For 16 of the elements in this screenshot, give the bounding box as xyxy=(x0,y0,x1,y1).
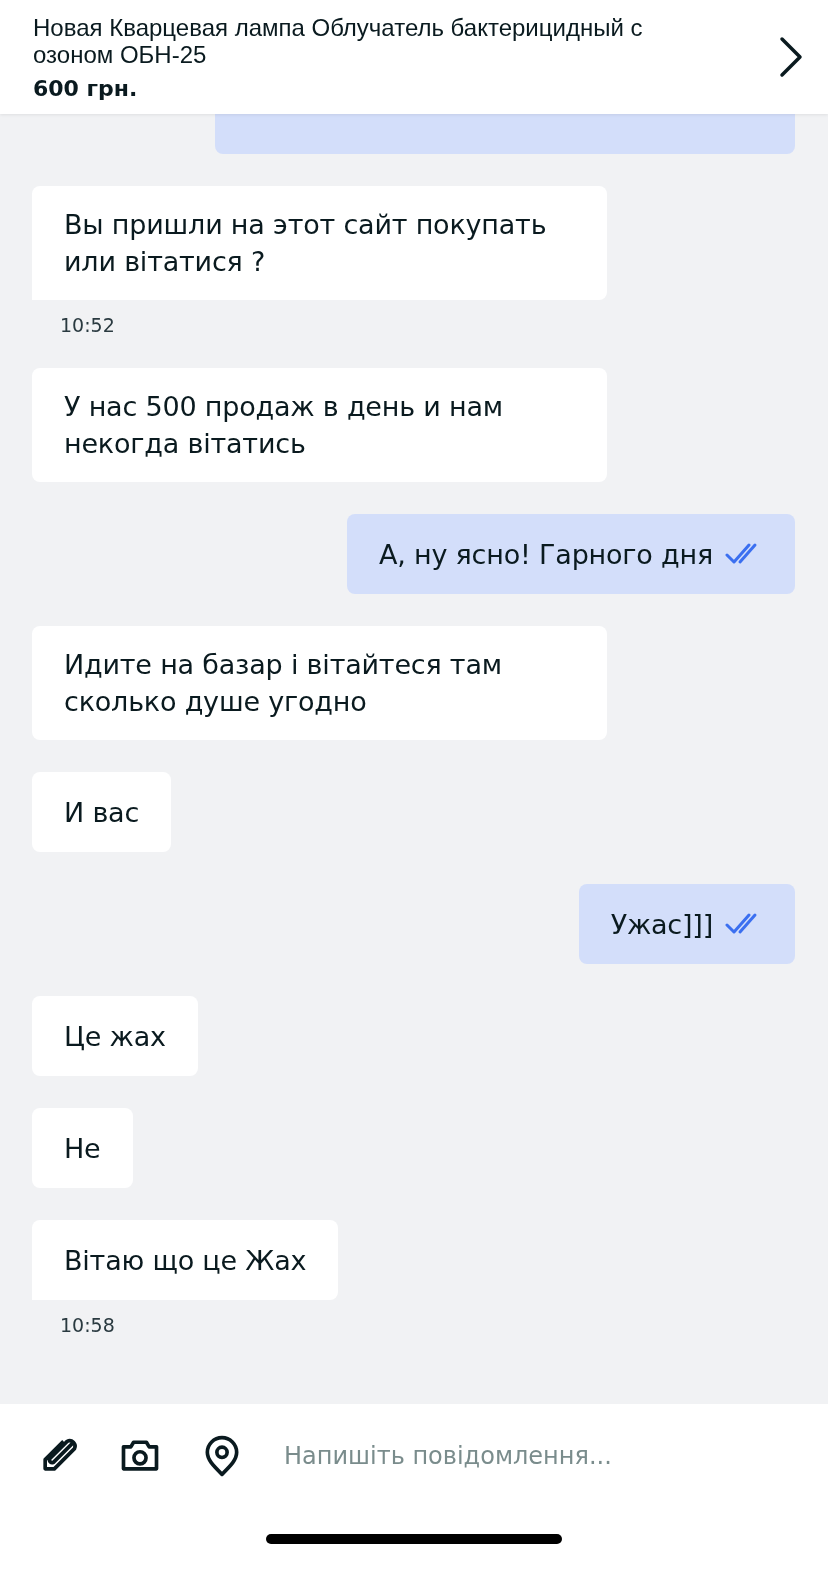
listing-header[interactable]: Новая Кварцевая лампа Облучатель бактерицидный с озоном ОБН-25 600 грн. xyxy=(0,0,828,114)
message-input[interactable]: Напишіть повідомлення... xyxy=(282,1441,706,1471)
message-time: 10:58 xyxy=(60,1314,115,1336)
chevron-right-icon xyxy=(778,35,804,79)
message-text: У нас 500 продаж в день и нам некогда вітатись xyxy=(64,390,505,461)
listing-title: Новая Кварцевая лампа Облучатель бактерицидный с озоном ОБН-25 xyxy=(33,13,644,68)
message-text: И вас xyxy=(64,795,140,830)
message-text: А, ну ясно! Гарного дня xyxy=(378,537,713,572)
listing-price: 600 грн. xyxy=(33,75,139,101)
message-text: Вы пришли на этот сайт покупать или вітатися ? xyxy=(64,208,548,279)
message-text: Не xyxy=(64,1131,101,1166)
message-text: Идите на базар і вітайтеся там сколько душе угодно xyxy=(64,648,503,719)
message-text: Це жах xyxy=(64,1019,166,1054)
message-text: Вітаю що це Жах xyxy=(64,1243,307,1278)
message-text: Ужас]]] xyxy=(610,907,713,942)
message-time: 10:52 xyxy=(60,314,115,336)
